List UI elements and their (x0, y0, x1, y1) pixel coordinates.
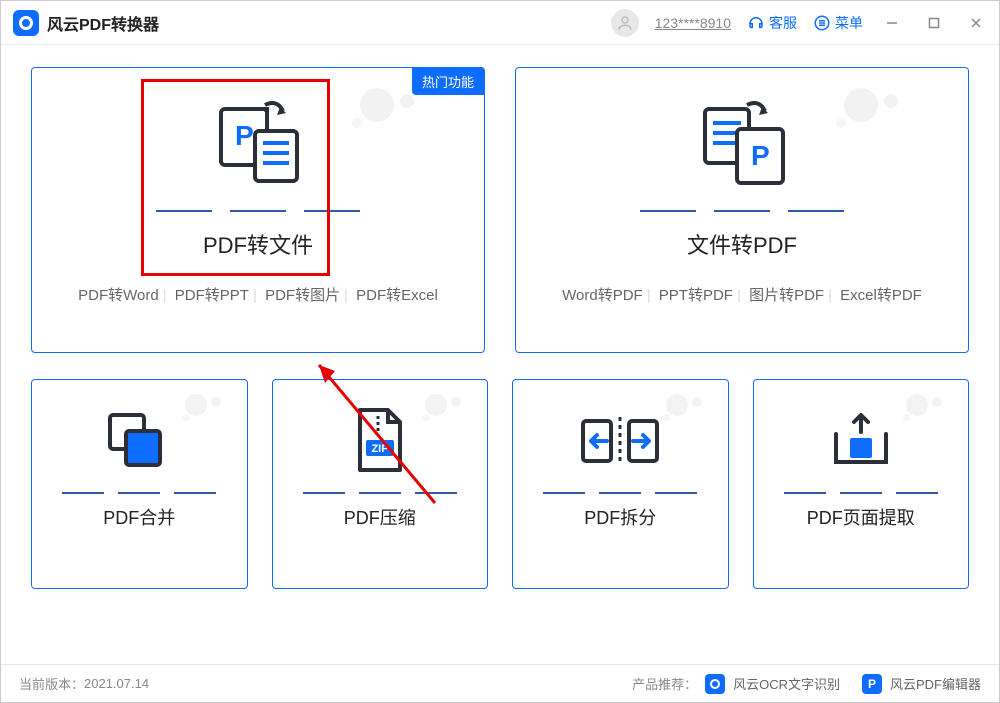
editor-icon: P (862, 674, 882, 694)
card-pdf-compress[interactable]: ZIP PDF压缩 (272, 379, 489, 589)
card-pdf-split[interactable]: PDF拆分 (512, 379, 729, 589)
app-logo-icon (13, 10, 39, 36)
card-title: PDF拆分 (584, 504, 656, 530)
close-button[interactable] (963, 10, 989, 36)
card-pdf-to-file[interactable]: 热门功能 P PDF转文件 (31, 67, 485, 353)
card-pdf-extract[interactable]: PDF页面提取 (753, 379, 970, 589)
row-bottom: PDF合并 ZIP PDF压缩 (31, 379, 969, 589)
menu-icon (813, 14, 831, 32)
version-value: 2021.07.14 (84, 676, 149, 691)
recommend-label: 产品推荐： (632, 674, 697, 693)
minimize-icon (885, 16, 899, 30)
divider (543, 492, 697, 494)
fmt-link[interactable]: 图片转PDF (747, 287, 826, 304)
user-id-link[interactable]: 123****8910 (655, 15, 731, 31)
card-title: PDF合并 (103, 504, 175, 530)
recommend-link-ocr[interactable]: 风云OCR文字识别 (733, 674, 840, 693)
recommend-link-editor[interactable]: 风云PDF编辑器 (890, 674, 981, 693)
row-top: 热门功能 P PDF转文件 (31, 67, 969, 353)
card-title: PDF压缩 (344, 504, 416, 530)
divider (156, 210, 360, 212)
file-to-pdf-icon: P (687, 94, 797, 194)
main-area: 热门功能 P PDF转文件 (1, 45, 999, 664)
close-icon (969, 16, 983, 30)
support-label: 客服 (769, 13, 797, 33)
subformats-pdf-to-file: PDF转Word| PDF转PPT| PDF转图片| PDF转Excel (76, 284, 440, 305)
divider (303, 492, 457, 494)
ocr-icon (705, 674, 725, 694)
svg-text:ZIP: ZIP (371, 443, 388, 455)
card-title: 文件转PDF (687, 228, 797, 260)
card-title: PDF页面提取 (807, 504, 915, 530)
card-file-to-pdf[interactable]: P 文件转PDF Word转PDF| PPT转PDF| 图片转PDF| Exce… (515, 67, 969, 353)
app-window: 风云PDF转换器 123****8910 客服 菜单 (0, 0, 1000, 703)
card-title: PDF转文件 (203, 228, 313, 260)
divider (784, 492, 938, 494)
divider (640, 210, 844, 212)
headset-icon (747, 14, 765, 32)
pdf-to-file-icon: P (203, 94, 313, 194)
fmt-link[interactable]: PDF转图片 (263, 287, 342, 304)
fmt-link[interactable]: PPT转PDF (657, 287, 735, 304)
avatar-icon[interactable] (611, 9, 639, 37)
menu-label: 菜单 (835, 13, 863, 33)
compress-icon: ZIP (348, 402, 412, 480)
extract-icon (826, 402, 896, 480)
minimize-button[interactable] (879, 10, 905, 36)
maximize-button[interactable] (921, 10, 947, 36)
split-icon (575, 402, 665, 480)
menu-button[interactable]: 菜单 (813, 13, 863, 33)
fmt-link[interactable]: Excel转PDF (838, 287, 924, 304)
fmt-link[interactable]: PDF转Word (76, 287, 161, 304)
svg-text:P: P (235, 120, 254, 151)
support-button[interactable]: 客服 (747, 13, 797, 33)
footer-recommend: 产品推荐： 风云OCR文字识别 P 风云PDF编辑器 (632, 674, 981, 694)
divider (62, 492, 216, 494)
titlebar-right: 123****8910 客服 菜单 (611, 9, 989, 37)
titlebar: 风云PDF转换器 123****8910 客服 菜单 (1, 1, 999, 45)
fmt-link[interactable]: PDF转Excel (354, 287, 440, 304)
subformats-file-to-pdf: Word转PDF| PPT转PDF| 图片转PDF| Excel转PDF (560, 284, 924, 305)
fmt-link[interactable]: Word转PDF (560, 287, 645, 304)
svg-text:P: P (751, 140, 770, 171)
version-label: 当前版本： (19, 674, 84, 693)
footer: 当前版本： 2021.07.14 产品推荐： 风云OCR文字识别 P 风云PDF… (1, 664, 999, 702)
app-title: 风云PDF转换器 (47, 11, 159, 35)
maximize-icon (927, 16, 941, 30)
card-pdf-merge[interactable]: PDF合并 (31, 379, 248, 589)
merge-icon (102, 402, 176, 480)
fmt-link[interactable]: PDF转PPT (173, 287, 251, 304)
